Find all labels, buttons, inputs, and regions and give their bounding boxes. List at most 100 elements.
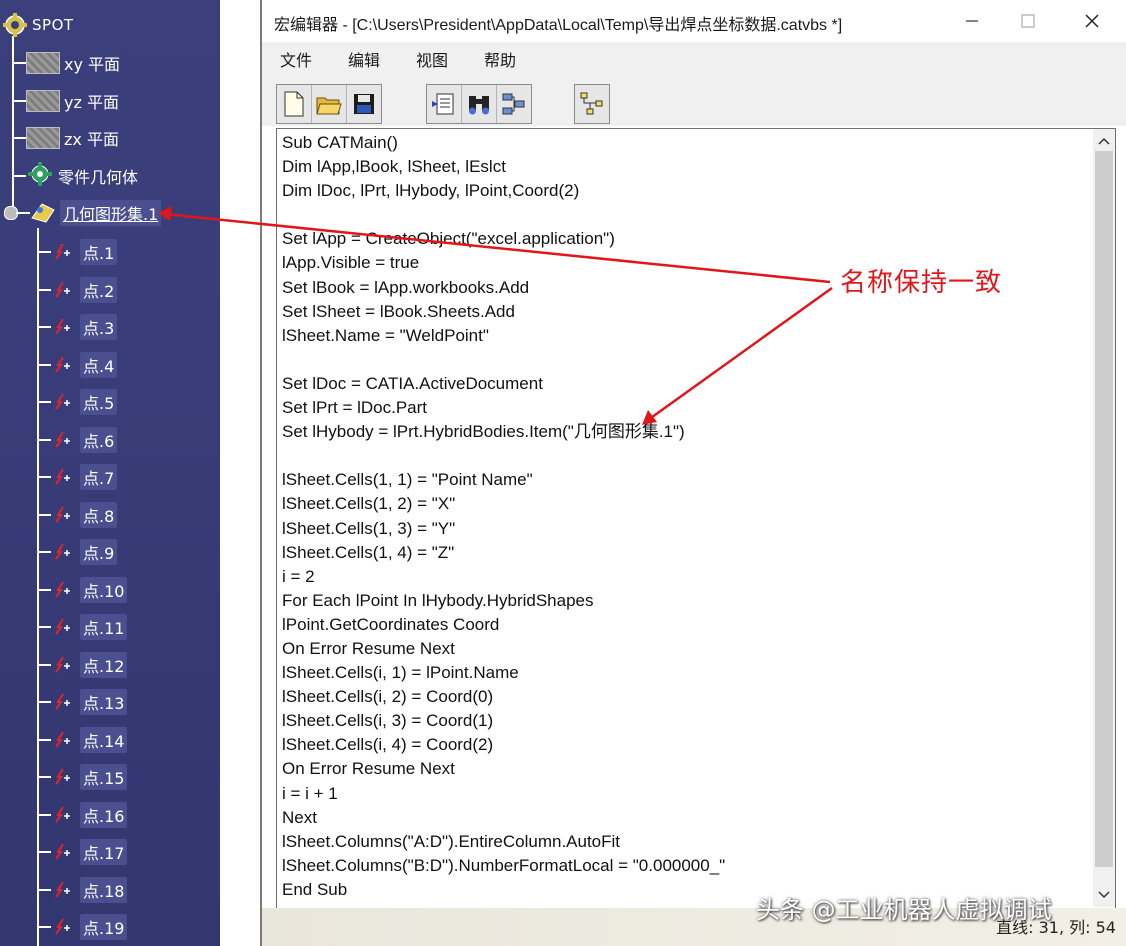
- tree-item-point[interactable]: 点.8: [52, 500, 118, 530]
- tree-item-point[interactable]: 点.11: [52, 612, 128, 642]
- document-list-icon: [432, 93, 454, 115]
- tree-item-point[interactable]: 点.6: [52, 425, 118, 455]
- tree-item-point[interactable]: 点.4: [52, 350, 118, 380]
- tree-root-spot[interactable]: SPOT: [2, 10, 74, 40]
- tree-item-point[interactable]: 点.14: [52, 725, 128, 755]
- insert-button[interactable]: [427, 85, 462, 123]
- point-icon: [52, 654, 74, 676]
- tree-item-point[interactable]: 点.19: [52, 912, 128, 942]
- code-line: lPoint.GetCoordinates Coord: [282, 614, 500, 634]
- geometric-set-label: 几何图形集.1: [60, 200, 162, 226]
- point-icon: [52, 616, 74, 638]
- tree-item-point[interactable]: 点.9: [52, 537, 118, 567]
- tree-branch-line: [37, 228, 39, 946]
- plane-icon: [26, 52, 60, 74]
- find-button[interactable]: [462, 85, 497, 123]
- tree-connector: [37, 738, 51, 741]
- code-line: i = 2: [282, 566, 315, 586]
- tree-item-point[interactable]: 点.10: [52, 575, 128, 605]
- tree-connector: [37, 663, 51, 666]
- tree-item-point[interactable]: 点.3: [52, 312, 118, 342]
- tree-view-button[interactable]: [575, 85, 609, 123]
- menu-view[interactable]: 视图: [416, 47, 448, 71]
- save-file-button[interactable]: [347, 85, 381, 123]
- tree-item-point[interactable]: 点.18: [52, 875, 128, 905]
- code-line: lSheet.Cells(i, 4) = Coord(2): [282, 735, 494, 755]
- tree-item-plane[interactable]: xy 平面: [26, 48, 120, 78]
- tree-item-point[interactable]: 点.17: [52, 837, 128, 867]
- tree-connector: [37, 251, 51, 253]
- code-line: Set lPrt = lDoc.Part: [282, 398, 428, 418]
- code-line: Next: [282, 807, 317, 827]
- tree-connector: [12, 175, 26, 177]
- point-icon: [52, 466, 74, 488]
- menu-help[interactable]: 帮助: [484, 47, 516, 71]
- code-line: On Error Resume Next: [282, 759, 455, 779]
- plane-label: xy 平面: [64, 55, 121, 74]
- open-folder-icon: [316, 97, 342, 115]
- binoculars-icon: [469, 96, 489, 115]
- point-icon: [52, 316, 74, 338]
- point-label: 点.4: [80, 351, 118, 378]
- close-button[interactable]: [1072, 6, 1112, 36]
- point-label: 点.9: [80, 539, 118, 565]
- code-line: lSheet.Cells(1, 1) = "Point Name": [282, 470, 533, 490]
- point-icon: [52, 279, 74, 301]
- watermark: 头条 @工业机器人虚拟调试: [756, 896, 1052, 924]
- vertical-scrollbar[interactable]: [1093, 129, 1115, 907]
- menu-file[interactable]: 文件: [280, 47, 312, 71]
- tree-connector: [37, 813, 51, 816]
- point-icon: [52, 541, 74, 563]
- code-line: For Each lPoint In lHybody.HybridShapes: [282, 590, 594, 610]
- tree-item-plane[interactable]: yz 平面: [26, 86, 119, 116]
- minimize-icon: [966, 20, 978, 22]
- point-label: 点.1: [80, 239, 118, 265]
- tree-connector: [37, 701, 51, 703]
- new-file-button[interactable]: [277, 85, 312, 123]
- tree-item-point[interactable]: 点.16: [52, 800, 128, 830]
- menu-edit[interactable]: 编辑: [348, 47, 380, 71]
- tree-item-point[interactable]: 点.5: [52, 387, 118, 417]
- code-line: lSheet.Cells(i, 1) = lPoint.Name: [282, 663, 519, 683]
- macro-editor-window: 宏编辑器 - [C:\Users\President\AppData\Local…: [260, 0, 1126, 946]
- tree-item-point[interactable]: 点.2: [52, 275, 118, 305]
- tree-item-point[interactable]: 点.13: [52, 687, 128, 717]
- minimize-button[interactable]: [952, 6, 992, 36]
- tree-connector: [37, 588, 51, 591]
- code-line: Set lSheet = lBook.Sheets.Add: [282, 301, 515, 321]
- point-label: 点.19: [80, 914, 128, 940]
- tree-item-point[interactable]: 点.1: [52, 237, 118, 267]
- tree-view-icon: [580, 92, 603, 115]
- plane-icon: [26, 90, 60, 112]
- point-icon: [52, 729, 74, 751]
- point-icon: [52, 504, 74, 526]
- tree-connector: [12, 62, 26, 64]
- code-editor[interactable]: Sub CATMain() Dim lApp,lBook, lSheet, lEs…: [276, 128, 1116, 910]
- point-icon: [52, 241, 74, 263]
- code-line: Dim lApp,lBook, lSheet, lEslct: [282, 157, 506, 177]
- tree-item-geometric-set[interactable]: 几何图形集.1: [30, 198, 162, 228]
- point-label: 点.16: [80, 801, 128, 828]
- tree-connector: [37, 401, 51, 403]
- tree-item-point[interactable]: 点.7: [52, 462, 118, 492]
- tree-connector: [12, 100, 26, 102]
- plane-label: zx 平面: [64, 130, 119, 149]
- tree-item-point[interactable]: 点.15: [52, 762, 128, 792]
- maximize-button[interactable]: [1008, 6, 1048, 36]
- open-file-button[interactable]: [312, 85, 347, 123]
- plane-icon: [26, 127, 60, 149]
- object-browser-button[interactable]: [497, 85, 531, 123]
- scrollbar-thumb[interactable]: [1095, 151, 1113, 867]
- point-icon: [52, 804, 74, 826]
- code-lines: Sub CATMain() Dim lApp,lBook, lSheet, lEs…: [282, 131, 1082, 902]
- point-label: 点.2: [80, 276, 118, 303]
- tree-connector: [37, 926, 51, 928]
- code-line: lSheet.Cells(i, 2) = Coord(0): [282, 687, 494, 707]
- tree-item-plane[interactable]: zx 平面: [26, 123, 119, 153]
- tree-connector: [12, 137, 26, 139]
- tree-item-point[interactable]: 点.12: [52, 650, 128, 680]
- point-icon: [52, 766, 74, 788]
- tree-item-part-body[interactable]: 零件几何体: [26, 161, 138, 191]
